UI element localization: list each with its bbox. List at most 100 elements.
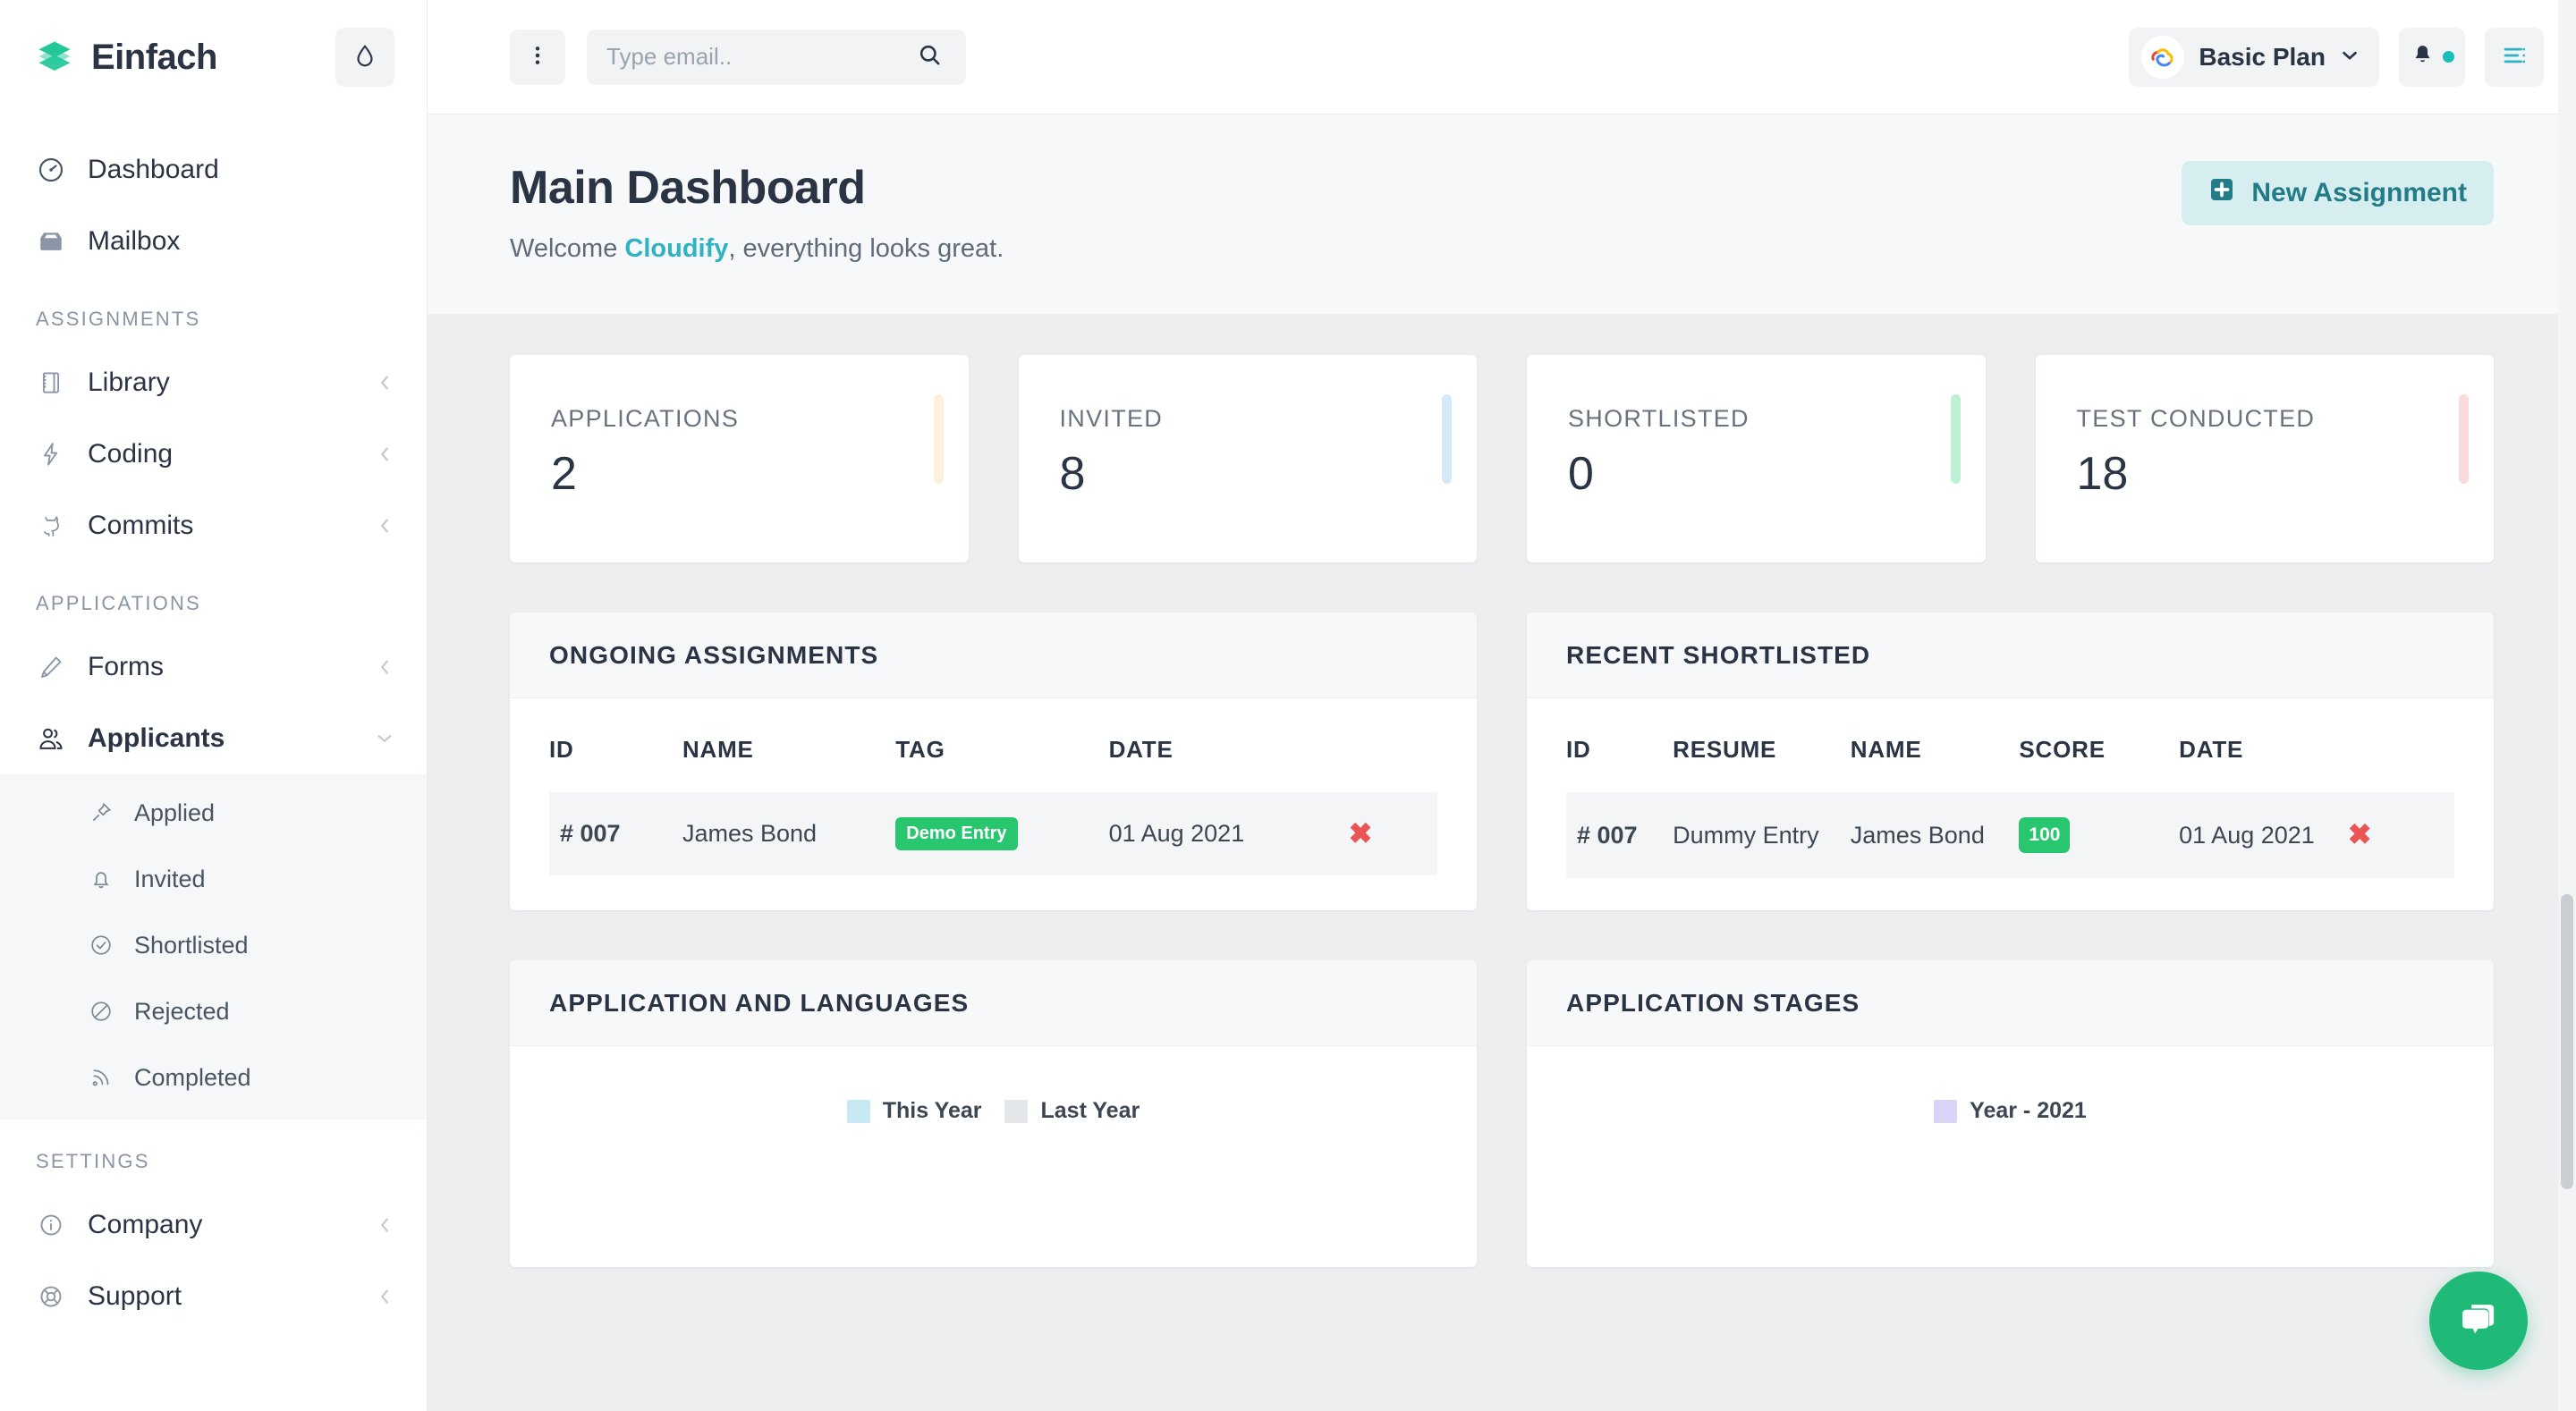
app-root: Einfach Dashboard Mailbox ASSIGNMENTS Li… xyxy=(0,0,2576,1411)
rss-signal-icon xyxy=(88,1064,114,1091)
ongoing-assignments-panel: ONGOING ASSIGNMENTS ID NAME TAG DATE # 0… xyxy=(510,613,1477,910)
legend-label: This Year xyxy=(882,1098,982,1123)
table-row[interactable]: # 007 Dummy Entry James Bond 100 01 Aug … xyxy=(1566,792,2454,878)
stat-label: INVITED xyxy=(1059,405,1164,432)
column-header-actions xyxy=(1349,698,1437,792)
ongoing-assignments-table: ID NAME TAG DATE # 007 James Bond Demo E… xyxy=(549,698,1437,875)
cell-tag: Demo Entry xyxy=(895,792,1108,875)
chevron-left-icon xyxy=(375,516,394,536)
close-x-icon[interactable]: ✖ xyxy=(1349,817,1373,849)
column-header-date: DATE xyxy=(2179,736,2244,763)
stat-value: 8 xyxy=(1059,448,1086,500)
sidebar-item-applicants[interactable]: Applicants xyxy=(0,703,427,774)
chat-widget-button[interactable] xyxy=(2429,1272,2528,1370)
column-header-date: DATE xyxy=(1108,736,1174,763)
score-badge: 100 xyxy=(2019,817,2071,853)
tag-badge: Demo Entry xyxy=(895,817,1018,850)
chevron-left-icon xyxy=(375,1215,394,1235)
sidebar-item-forms[interactable]: Forms xyxy=(0,631,427,703)
sidebar-subitem-label: Rejected xyxy=(134,997,230,1025)
theme-toggle-button[interactable] xyxy=(335,28,394,87)
cell-delete[interactable]: ✖ xyxy=(2348,792,2454,878)
sidebar-item-mailbox[interactable]: Mailbox xyxy=(0,206,427,277)
charts-row: APPLICATION AND LANGUAGES This Year Last… xyxy=(510,960,2494,1267)
sidebar-item-coding[interactable]: Coding xyxy=(0,418,427,490)
chart-legend: This Year Last Year xyxy=(510,1046,1477,1124)
sidebar-subitem-applied[interactable]: Applied xyxy=(0,780,427,846)
plan-selector-button[interactable]: Basic Plan xyxy=(2129,27,2379,87)
sidebar-item-dashboard[interactable]: Dashboard xyxy=(0,134,427,206)
application-and-languages-chart-panel: APPLICATION AND LANGUAGES This Year Last… xyxy=(510,960,1477,1267)
welcome-username: Cloudify xyxy=(624,234,729,263)
new-assignment-label: New Assignment xyxy=(2251,178,2467,207)
sidebar-subitem-rejected[interactable]: Rejected xyxy=(0,978,427,1044)
chevron-down-icon xyxy=(375,729,394,748)
sidebar-item-commits[interactable]: Commits xyxy=(0,490,427,562)
scrollbar-thumb[interactable] xyxy=(2561,894,2573,1189)
cell-id[interactable]: # 007 xyxy=(1566,792,1673,878)
recent-shortlisted-table: ID RESUME NAME SCORE DATE # 007 Dummy En… xyxy=(1566,698,2454,878)
water-drop-icon xyxy=(352,43,378,72)
search-icon[interactable] xyxy=(917,42,943,72)
panel-title: APPLICATION STAGES xyxy=(1566,988,1860,1017)
sidebar-item-company[interactable]: Company xyxy=(0,1189,427,1261)
table-row[interactable]: # 007 James Bond Demo Entry 01 Aug 2021 … xyxy=(549,792,1437,875)
sidebar-nav: Dashboard Mailbox ASSIGNMENTS Library Co… xyxy=(0,114,427,1332)
stat-card-test-conducted[interactable]: TEST CONDUCTED 18 xyxy=(2035,355,2494,562)
page-header: Main Dashboard Welcome Cloudify, everyth… xyxy=(428,114,2576,314)
sidebar-item-label: Coding xyxy=(88,439,174,469)
sidebar-item-label: Dashboard xyxy=(88,155,219,184)
layout-menu-button[interactable] xyxy=(2485,27,2544,87)
close-x-icon[interactable]: ✖ xyxy=(2348,818,2372,850)
panel-header: ONGOING ASSIGNMENTS xyxy=(510,613,1477,698)
main-area: Basic Plan xyxy=(428,0,2576,1411)
application-stages-chart-panel: APPLICATION STAGES Year - 2021 xyxy=(1527,960,2494,1267)
search-box[interactable] xyxy=(587,29,966,85)
legend-swatch xyxy=(846,1099,870,1123)
sidebar-section-settings: SETTINGS xyxy=(36,1150,150,1172)
new-assignment-button[interactable]: New Assignment xyxy=(2182,161,2494,225)
legend-label: Year - 2021 xyxy=(1970,1098,2087,1123)
chevron-left-icon xyxy=(375,657,394,677)
brand-name: Einfach xyxy=(91,37,217,77)
welcome-suffix: , everything looks great. xyxy=(728,234,1004,263)
cell-id[interactable]: # 007 xyxy=(549,792,682,875)
table-header-row: ID NAME TAG DATE xyxy=(549,698,1437,792)
inbox-icon xyxy=(36,226,66,257)
sidebar-item-support[interactable]: Support xyxy=(0,1261,427,1332)
legend-item: This Year xyxy=(846,1098,982,1124)
scrollbar-track[interactable] xyxy=(2558,0,2576,1411)
notifications-button[interactable] xyxy=(2399,27,2465,87)
plan-label: Basic Plan xyxy=(2199,42,2326,71)
info-circle-icon xyxy=(36,1210,66,1240)
vertical-dots-icon xyxy=(525,43,550,71)
panel-title: APPLICATION AND LANGUAGES xyxy=(549,988,970,1017)
stat-card-shortlisted[interactable]: SHORTLISTED 0 xyxy=(1527,355,1986,562)
stats-row: APPLICATIONS 2 INVITED 8 SHORTLISTED 0 T… xyxy=(510,355,2494,562)
stat-card-invited[interactable]: INVITED 8 xyxy=(1018,355,1477,562)
sidebar: Einfach Dashboard Mailbox ASSIGNMENTS Li… xyxy=(0,0,428,1411)
bell-icon xyxy=(2410,43,2436,72)
check-circle-icon xyxy=(88,932,114,959)
topbar-more-button[interactable] xyxy=(510,29,565,85)
notebook-icon xyxy=(36,368,66,398)
pencil-icon xyxy=(36,652,66,682)
applicants-submenu: Applied Invited Shortlisted Rejected Com… xyxy=(0,774,427,1120)
search-input[interactable] xyxy=(606,43,908,71)
cell-score: 100 xyxy=(2019,792,2179,878)
stat-label: SHORTLISTED xyxy=(1568,405,1750,432)
sidebar-subitem-shortlisted[interactable]: Shortlisted xyxy=(0,912,427,978)
sidebar-subitem-completed[interactable]: Completed xyxy=(0,1044,427,1111)
chart-legend: Year - 2021 xyxy=(1527,1046,2494,1124)
sidebar-subitem-invited[interactable]: Invited xyxy=(0,846,427,912)
cloud-spiral-icon xyxy=(2141,35,2185,79)
sidebar-section-applications: APPLICATIONS xyxy=(36,592,201,614)
stat-accent-bar xyxy=(933,394,944,484)
cell-delete[interactable]: ✖ xyxy=(1349,792,1437,875)
sidebar-item-library[interactable]: Library xyxy=(0,347,427,418)
column-header-tag: TAG xyxy=(895,736,945,763)
plus-square-icon xyxy=(2208,176,2235,210)
stat-label: TEST CONDUCTED xyxy=(2076,405,2316,432)
stat-card-applications[interactable]: APPLICATIONS 2 xyxy=(510,355,969,562)
column-header-id: ID xyxy=(549,736,574,763)
